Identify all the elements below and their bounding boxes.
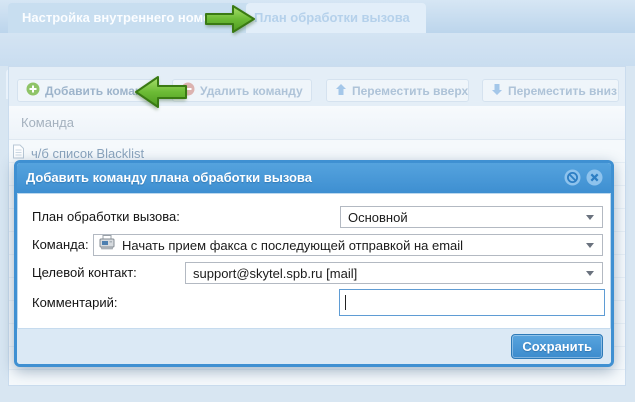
grid-column-header: Команда bbox=[9, 106, 625, 140]
main-tabbar: Настройка внутреннего номера План обрабо… bbox=[0, 0, 635, 33]
add-command-dialog: Добавить команду плана обработки вызова … bbox=[14, 160, 614, 367]
command-select-value: Начать прием факса с последующей отправк… bbox=[115, 238, 586, 253]
add-circle-icon bbox=[26, 82, 40, 99]
comment-input[interactable] bbox=[339, 289, 605, 316]
delete-command-button[interactable]: Удалить команду bbox=[172, 79, 312, 102]
plan-select[interactable]: Основной bbox=[340, 206, 603, 228]
plan-field-label: План обработки вызова: bbox=[32, 206, 180, 228]
app-window: Настройка внутреннего номера План обрабо… bbox=[0, 0, 635, 402]
plan-tabbar: Основной Work Добавить план обработки bbox=[0, 33, 635, 66]
move-down-label: Переместить вниз bbox=[508, 84, 617, 98]
dialog-footer: Сохранить bbox=[17, 328, 611, 364]
move-up-label: Переместить вверх bbox=[352, 84, 468, 98]
dialog-body: План обработки вызова: Основной Команда:… bbox=[17, 193, 611, 328]
move-up-button[interactable]: Переместить вверх bbox=[326, 79, 469, 102]
list-item-label: ч/б список Blacklist bbox=[31, 146, 144, 161]
comment-field-wrap bbox=[339, 289, 605, 316]
target-contact-label: Целевой контакт: bbox=[32, 262, 137, 284]
target-contact-select[interactable]: support@skytel.spb.ru [mail] bbox=[185, 262, 603, 284]
chevron-down-icon bbox=[586, 271, 594, 276]
fax-icon bbox=[99, 235, 115, 255]
chevron-down-icon bbox=[586, 243, 594, 248]
plan-select-value: Основной bbox=[341, 210, 586, 225]
dialog-title: Добавить команду плана обработки вызова bbox=[26, 170, 312, 185]
slash-circle-icon[interactable] bbox=[564, 169, 581, 186]
arrow-down-icon bbox=[491, 83, 503, 99]
move-down-button[interactable]: Переместить вниз bbox=[482, 79, 619, 102]
green-arrow-right-icon bbox=[204, 3, 256, 40]
delete-command-label: Удалить команду bbox=[200, 84, 303, 98]
save-button[interactable]: Сохранить bbox=[511, 334, 603, 359]
text-caret bbox=[345, 295, 346, 310]
arrow-up-icon bbox=[335, 83, 347, 99]
green-arrow-left-icon bbox=[134, 74, 188, 115]
tab-call-processing-plan[interactable]: План обработки вызова bbox=[246, 3, 426, 33]
comment-field-label: Комментарий: bbox=[32, 292, 118, 314]
dialog-titlebar[interactable]: Добавить команду плана обработки вызова bbox=[17, 163, 611, 193]
command-select[interactable]: Начать прием факса с последующей отправк… bbox=[93, 234, 603, 256]
close-icon[interactable] bbox=[586, 169, 603, 186]
target-contact-value: support@skytel.spb.ru [mail] bbox=[186, 266, 586, 281]
chevron-down-icon bbox=[586, 215, 594, 220]
command-field-label: Команда: bbox=[32, 234, 89, 256]
